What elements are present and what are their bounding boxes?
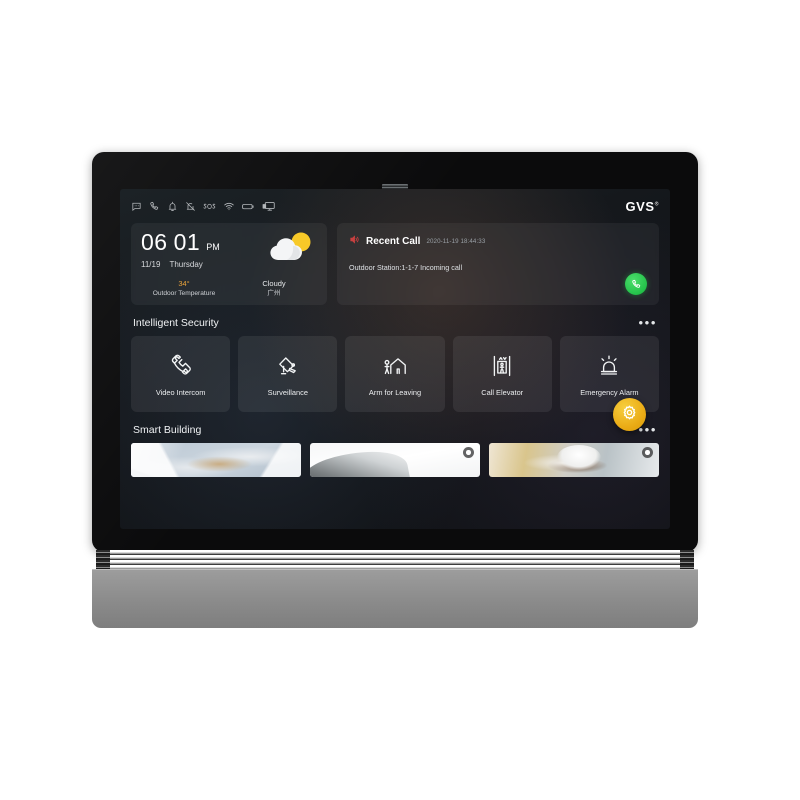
card-floorplan[interactable] (131, 443, 301, 477)
recent-call-timestamp: 2020-11-19 18:44:33 (426, 237, 486, 245)
recent-call-message: Outdoor Station:1-1-7 Incoming call (349, 263, 463, 272)
status-bar: GVS® (131, 198, 659, 215)
tile-video-intercom[interactable]: Video Intercom (131, 336, 231, 412)
siren-icon (594, 352, 624, 380)
brand-text: GVS (625, 199, 655, 214)
location-badge-icon (642, 447, 653, 458)
device-stand (92, 550, 698, 628)
cctv-camera-icon (273, 352, 303, 380)
condition-block: Cloudy 广州 (229, 279, 319, 298)
tile-emergency-alarm[interactable]: Emergency Alarm (559, 336, 660, 412)
temperature-label: Outdoor Temperature (152, 289, 216, 297)
cloudy-sun-icon (265, 229, 317, 267)
brand-trademark: ® (654, 201, 659, 208)
stand-grille (96, 550, 694, 570)
condition-value: Cloudy (262, 278, 286, 288)
device-image (310, 443, 480, 477)
weekday-value: Thursday (169, 260, 203, 269)
stand-notch-right (680, 550, 694, 570)
bell-muted-icon[interactable] (185, 201, 196, 212)
tile-surveillance[interactable]: Surveillance (238, 336, 338, 412)
smart-panel-device: GVS® 06 01 PM 11/19 Thursday 34° Outdoor… (92, 152, 698, 552)
temperature-value: 34° (178, 278, 190, 288)
brand-logo: GVS® (625, 200, 659, 213)
section-title-security: Intelligent Security (133, 316, 219, 329)
phone-handset-icon (166, 352, 196, 380)
sos-icon[interactable] (203, 201, 216, 212)
gear-icon (621, 404, 638, 426)
smart-building-header: Smart Building ••• (133, 423, 657, 436)
clock: 06 01 PM (141, 231, 265, 254)
section-title-building: Smart Building (133, 423, 202, 436)
clock-ampm: PM (206, 242, 220, 252)
intelligent-security-header: Intelligent Security ••• (133, 316, 657, 329)
tile-label: Emergency Alarm (580, 387, 639, 397)
speaker-red-icon (349, 232, 360, 250)
weather-widget[interactable]: 06 01 PM 11/19 Thursday 34° Outdoor Temp… (131, 223, 327, 305)
answer-call-button[interactable] (625, 273, 647, 295)
battery-icon[interactable] (242, 201, 255, 212)
tile-call-elevator[interactable]: Call Elevator (452, 336, 552, 412)
monitor-icon[interactable] (262, 201, 275, 212)
alarm-bell-icon[interactable] (167, 201, 178, 212)
status-icon-group (131, 201, 275, 212)
top-widget-row: 06 01 PM 11/19 Thursday 34° Outdoor Temp… (131, 223, 659, 305)
security-tile-grid: Video Intercom Surveillance Arm for Leav… (131, 336, 660, 412)
smart-building-card-row (131, 443, 659, 477)
touchscreen[interactable]: GVS® 06 01 PM 11/19 Thursday 34° Outdoor… (120, 189, 670, 529)
phone-icon[interactable] (149, 201, 160, 212)
tile-label: Video Intercom (155, 387, 206, 397)
recent-call-widget[interactable]: Recent Call 2020-11-19 18:44:33 Outdoor … (337, 223, 659, 305)
wifi-icon[interactable] (223, 201, 235, 212)
recent-call-title: Recent Call (366, 235, 421, 247)
more-options-security[interactable]: ••• (639, 316, 657, 329)
clock-minute: 01 (173, 229, 201, 255)
house-person-icon (380, 352, 410, 380)
card-lifestyle[interactable] (489, 443, 659, 477)
date-row: 11/19 Thursday (141, 260, 265, 269)
tile-arm-for-leaving[interactable]: Arm for Leaving (345, 336, 445, 412)
settings-fab-button[interactable] (613, 398, 646, 431)
date-value: 11/19 (141, 260, 161, 269)
city-value: 广州 (267, 289, 281, 297)
tile-label: Arm for Leaving (368, 387, 422, 397)
tile-label: Surveillance (267, 387, 308, 397)
floorplan-image (131, 443, 301, 477)
location-badge-icon (463, 447, 474, 458)
elevator-icon (487, 352, 517, 380)
tile-label: Call Elevator (481, 387, 524, 397)
stand-notch-left (96, 550, 110, 570)
card-device[interactable] (310, 443, 480, 477)
clock-hour: 06 (141, 229, 168, 255)
lifestyle-image (489, 443, 659, 477)
temperature-block: 34° Outdoor Temperature (139, 279, 229, 298)
stand-panel (92, 569, 698, 628)
message-icon[interactable] (131, 201, 142, 212)
